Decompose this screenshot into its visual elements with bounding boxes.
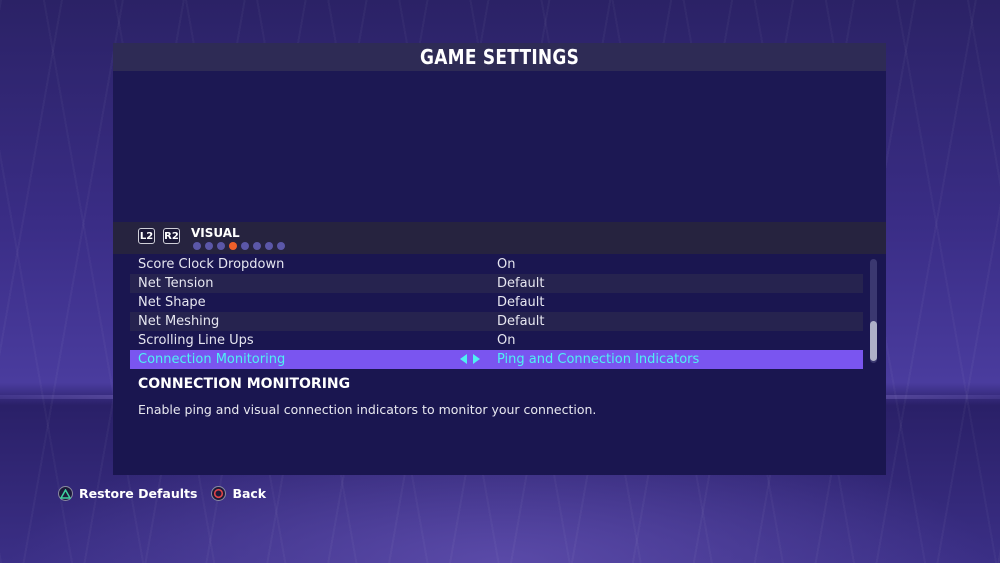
setting-label: Scrolling Line Ups	[138, 333, 254, 348]
setting-row[interactable]: Net Shape Default	[130, 293, 863, 312]
setting-label: Score Clock Dropdown	[138, 257, 285, 272]
page-dot	[217, 242, 225, 250]
setting-label: Net Tension	[138, 276, 214, 291]
scrollbar-thumb[interactable]	[870, 321, 877, 361]
r2-button-icon[interactable]: R2	[163, 228, 180, 244]
setting-row[interactable]: Score Clock Dropdown On	[130, 255, 863, 274]
arrow-left-icon[interactable]	[460, 354, 467, 364]
setting-value: On	[497, 257, 516, 272]
arrow-right-icon[interactable]	[473, 354, 480, 364]
scrollbar[interactable]	[870, 259, 877, 363]
setting-value: Ping and Connection Indicators	[497, 352, 700, 367]
description-title: CONNECTION MONITORING	[138, 376, 351, 392]
preview-area	[113, 71, 886, 222]
circle-button-icon	[211, 486, 227, 501]
option-arrows	[460, 354, 480, 364]
setting-row[interactable]: Scrolling Line Ups On	[130, 331, 863, 350]
page-dot	[265, 242, 273, 250]
panel-header: GAME SETTINGS	[113, 43, 886, 71]
description-text: Enable ping and visual connection indica…	[138, 402, 597, 417]
back-button[interactable]: Back	[211, 486, 266, 501]
settings-list: Score Clock Dropdown On Net Tension Default…	[130, 255, 863, 369]
page-indicator	[193, 242, 285, 250]
page-dot	[253, 242, 261, 250]
setting-row[interactable]: Net Meshing Default	[130, 312, 863, 331]
setting-label: Connection Monitoring	[138, 352, 286, 367]
setting-value: On	[497, 333, 516, 348]
page-dot-active	[229, 242, 237, 250]
page-dot	[193, 242, 201, 250]
page-title: GAME SETTINGS	[419, 45, 580, 69]
restore-defaults-label: Restore Defaults	[79, 486, 198, 501]
tab-bar: L2 R2 VISUAL	[113, 222, 886, 254]
triangle-button-icon	[58, 486, 73, 501]
page-dot	[205, 242, 213, 250]
setting-value: Default	[497, 314, 545, 329]
restore-defaults-button[interactable]: Restore Defaults	[58, 486, 197, 501]
back-label: Back	[232, 486, 267, 501]
l2-button-icon[interactable]: L2	[138, 228, 155, 244]
setting-value: Default	[497, 276, 545, 291]
footer-actions: Restore Defaults Back	[58, 486, 266, 501]
setting-label: Net Shape	[138, 295, 206, 310]
page-dot	[277, 242, 285, 250]
setting-row[interactable]: Net Tension Default	[130, 274, 863, 293]
setting-label: Net Meshing	[138, 314, 220, 329]
setting-row[interactable]: Connection Monitoring Ping and Connection…	[130, 350, 863, 369]
page-dot	[241, 242, 249, 250]
setting-value: Default	[497, 295, 545, 310]
settings-panel: GAME SETTINGS L2 R2 VISUAL Score Clock D…	[113, 43, 886, 475]
current-tab-label: VISUAL	[191, 226, 240, 240]
